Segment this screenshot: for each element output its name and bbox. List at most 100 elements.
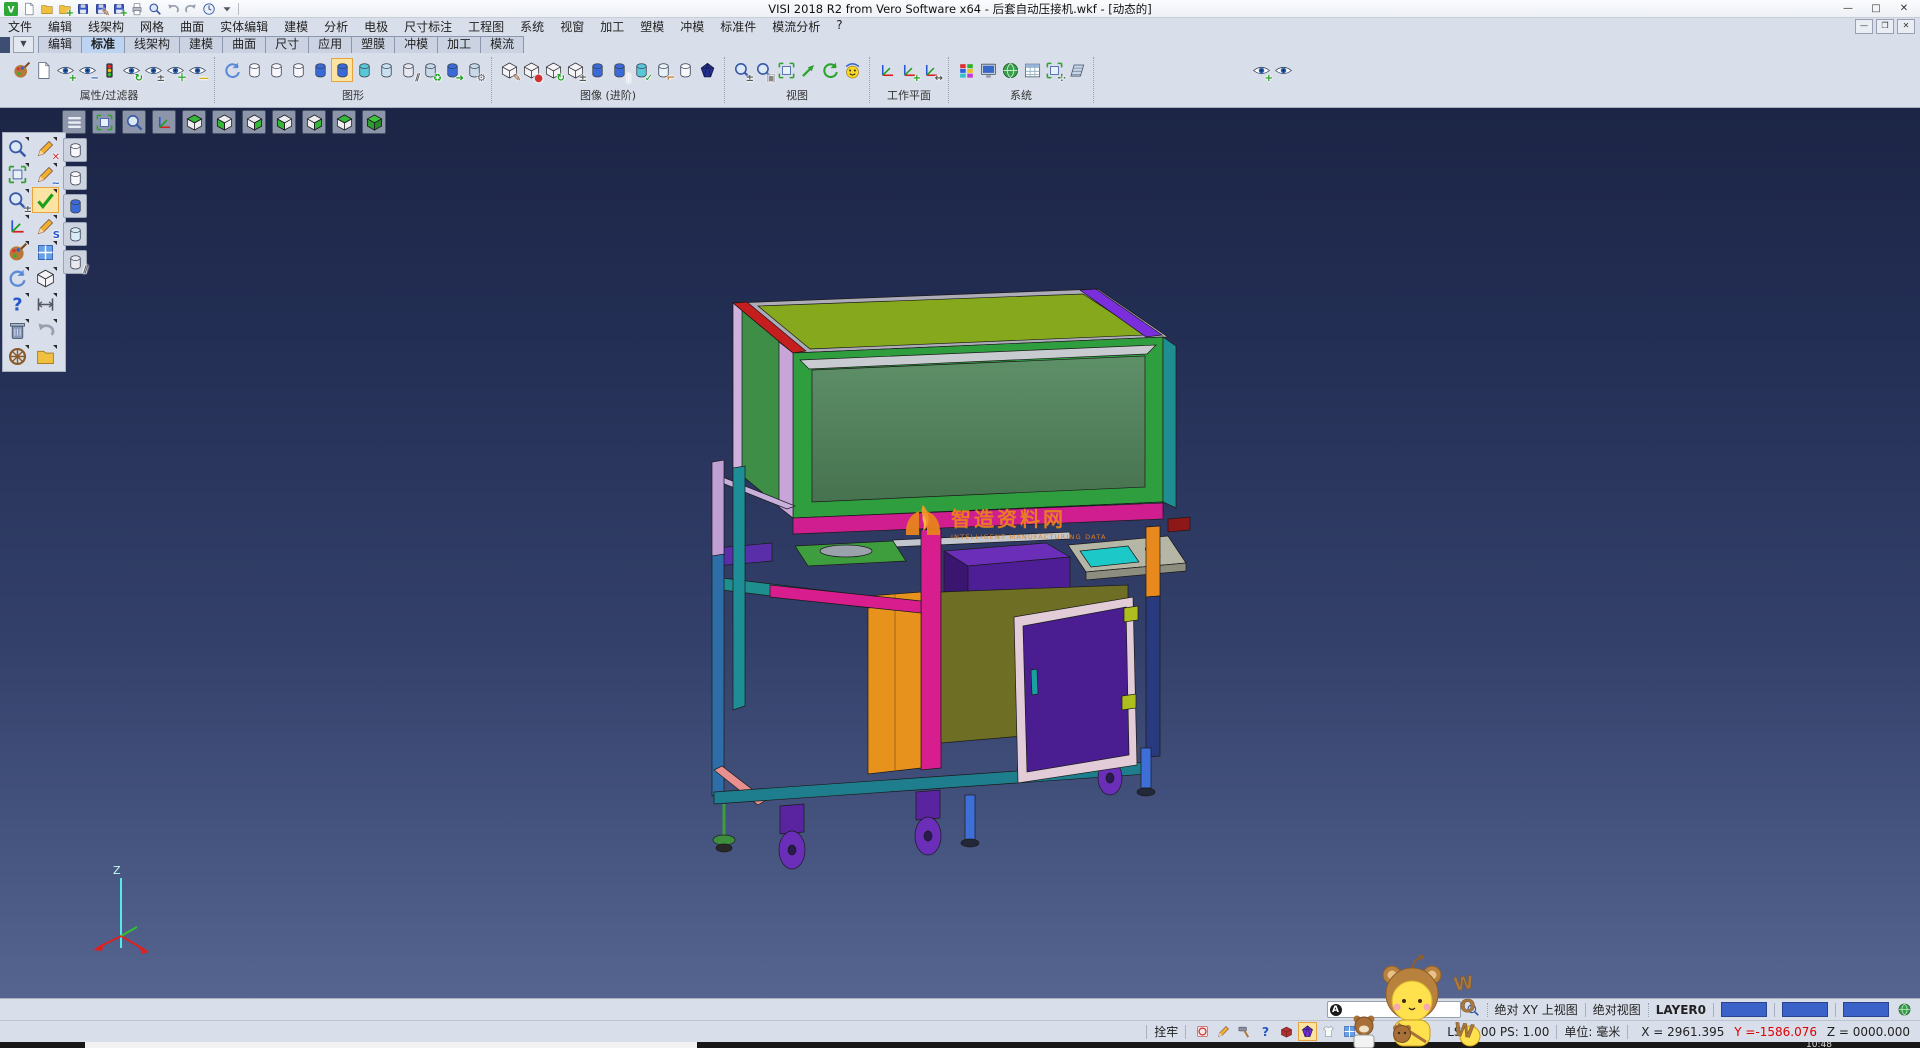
tab-9[interactable]: 加工 (437, 36, 481, 53)
flat-view-button[interactable] (375, 58, 397, 82)
workplane-button[interactable] (876, 58, 898, 82)
menu-item[interactable]: 工程图 (460, 18, 512, 35)
maximize-button[interactable]: □ (1862, 1, 1890, 17)
open-file-button[interactable] (38, 1, 55, 17)
refresh-visibility-button[interactable]: ↻ (120, 58, 142, 82)
history-button[interactable] (200, 1, 217, 17)
workplane-new-button[interactable]: + (898, 58, 920, 82)
toggle-visibility-button[interactable]: + (1250, 58, 1272, 82)
hide-entities-button[interactable]: − (76, 58, 98, 82)
new-file-button[interactable] (20, 1, 37, 17)
zoom-fit-button[interactable] (92, 110, 116, 134)
tab-7[interactable]: 塑膜 (351, 36, 395, 53)
hidden-line-mode-button[interactable] (63, 166, 87, 190)
menu-item[interactable]: 系统 (512, 18, 552, 35)
view-bottom-button[interactable] (332, 110, 356, 134)
move-entity-button[interactable] (4, 213, 31, 239)
undo-side-button[interactable] (32, 317, 59, 343)
view-settings-button[interactable]: ⚙ (463, 58, 485, 82)
tab-0[interactable]: 编辑 (38, 36, 82, 53)
system-options-button[interactable] (999, 58, 1021, 82)
menu-item[interactable]: 模流分析 (764, 18, 828, 35)
render-filter-button[interactable]: ● (520, 58, 542, 82)
view-menu-button[interactable] (62, 110, 86, 134)
ghost-render-button[interactable] (674, 58, 696, 82)
solid-snap-button[interactable] (1298, 1022, 1317, 1041)
menu-item[interactable]: 视窗 (552, 18, 592, 35)
print-button[interactable] (128, 1, 145, 17)
active-layer-label[interactable]: LAYER0 (1656, 1003, 1706, 1017)
zoom-scale-button[interactable]: ± (4, 187, 31, 213)
striped-render-button[interactable]: ∥ (608, 58, 630, 82)
solid-render-button[interactable] (586, 58, 608, 82)
tab-6[interactable]: 应用 (308, 36, 352, 53)
help-button[interactable] (4, 291, 31, 317)
tab-10[interactable]: 模流 (480, 36, 524, 53)
note-render-button[interactable]: ⌐ (652, 58, 674, 82)
menu-item[interactable]: 线架构 (80, 18, 132, 35)
tables-button[interactable] (1021, 58, 1043, 82)
recycle-entities-button[interactable]: ♻ (419, 58, 441, 82)
menu-item[interactable]: 电极 (356, 18, 396, 35)
axes-display-button[interactable] (152, 110, 176, 134)
render-toggle-button[interactable]: ± (564, 58, 586, 82)
advanced-shading-button[interactable]: ✎ (498, 58, 520, 82)
layer-color-swatch[interactable] (1782, 1002, 1828, 1017)
tab-1[interactable]: 标准 (81, 36, 125, 53)
hatched-view-button[interactable]: ⫽ (397, 58, 419, 82)
solid-preview-button[interactable] (32, 265, 59, 291)
insert-file-button[interactable]: + (56, 1, 73, 17)
properties-button[interactable] (32, 58, 54, 82)
tab-4[interactable]: 曲面 (222, 36, 266, 53)
filters-button[interactable] (98, 58, 120, 82)
tab-8[interactable]: 冲模 (394, 36, 438, 53)
undo-button[interactable] (164, 1, 181, 17)
attributes-side-button[interactable] (4, 239, 31, 265)
zoom-dynamic-button[interactable] (4, 135, 31, 161)
taskbar-window-button[interactable] (85, 1042, 697, 1048)
dynamic-section-button[interactable]: ➜ (441, 58, 463, 82)
shaded-view-button[interactable] (309, 58, 331, 82)
render-mode-button[interactable] (841, 58, 863, 82)
menu-item[interactable]: ? (828, 18, 850, 35)
menu-item[interactable]: 加工 (592, 18, 632, 35)
zoom-in-out-button[interactable]: ± (731, 58, 753, 82)
save-as-button[interactable]: ✎ (92, 1, 109, 17)
wireframe-view-button[interactable] (243, 58, 265, 82)
transparent-mode-button[interactable] (63, 222, 87, 246)
package-tool-button[interactable] (1277, 1022, 1296, 1041)
menu-item[interactable]: 标准件 (712, 18, 764, 35)
menu-item[interactable]: 建模 (276, 18, 316, 35)
view-iso-button[interactable] (362, 110, 386, 134)
help-tool-button[interactable] (1256, 1022, 1275, 1041)
delete-entity-button[interactable]: ✕ (32, 135, 59, 161)
shaded-edges-view-button[interactable] (331, 58, 353, 82)
sheet-settings-button[interactable] (1065, 58, 1087, 82)
show-entities-button[interactable]: + (54, 58, 76, 82)
zoom-extents-button[interactable] (775, 58, 797, 82)
view-back-button[interactable] (272, 110, 296, 134)
menu-item[interactable]: 实体编辑 (212, 18, 276, 35)
dashed-hidden-view-button[interactable] (287, 58, 309, 82)
regen-side-button[interactable] (4, 265, 31, 291)
menu-item[interactable]: 塑模 (632, 18, 672, 35)
entity-info-button[interactable] (1272, 58, 1294, 82)
verify-render-button[interactable]: ✓ (630, 58, 652, 82)
menu-item[interactable]: 网格 (132, 18, 172, 35)
menu-item[interactable]: 编辑 (40, 18, 80, 35)
wireframe-mode-button[interactable] (63, 138, 87, 162)
transparent-view-button[interactable] (353, 58, 375, 82)
tab-2[interactable]: 线架构 (124, 36, 180, 53)
build-tool-button[interactable] (1235, 1022, 1254, 1041)
display-settings-button[interactable] (977, 58, 999, 82)
globe-icon[interactable] (1897, 1002, 1912, 1017)
mdi-restore-button[interactable]: ❐ (1876, 19, 1894, 34)
tab-5[interactable]: 尺寸 (265, 36, 309, 53)
menu-item[interactable]: 尺寸标注 (396, 18, 460, 35)
navigate-button[interactable] (4, 343, 31, 369)
zoom-extents-side-button[interactable] (4, 161, 31, 187)
menu-item[interactable]: 分析 (316, 18, 356, 35)
quickbar-more-button[interactable] (218, 1, 235, 17)
menu-item[interactable]: 冲模 (672, 18, 712, 35)
show-all-button[interactable]: ＋ (164, 58, 186, 82)
